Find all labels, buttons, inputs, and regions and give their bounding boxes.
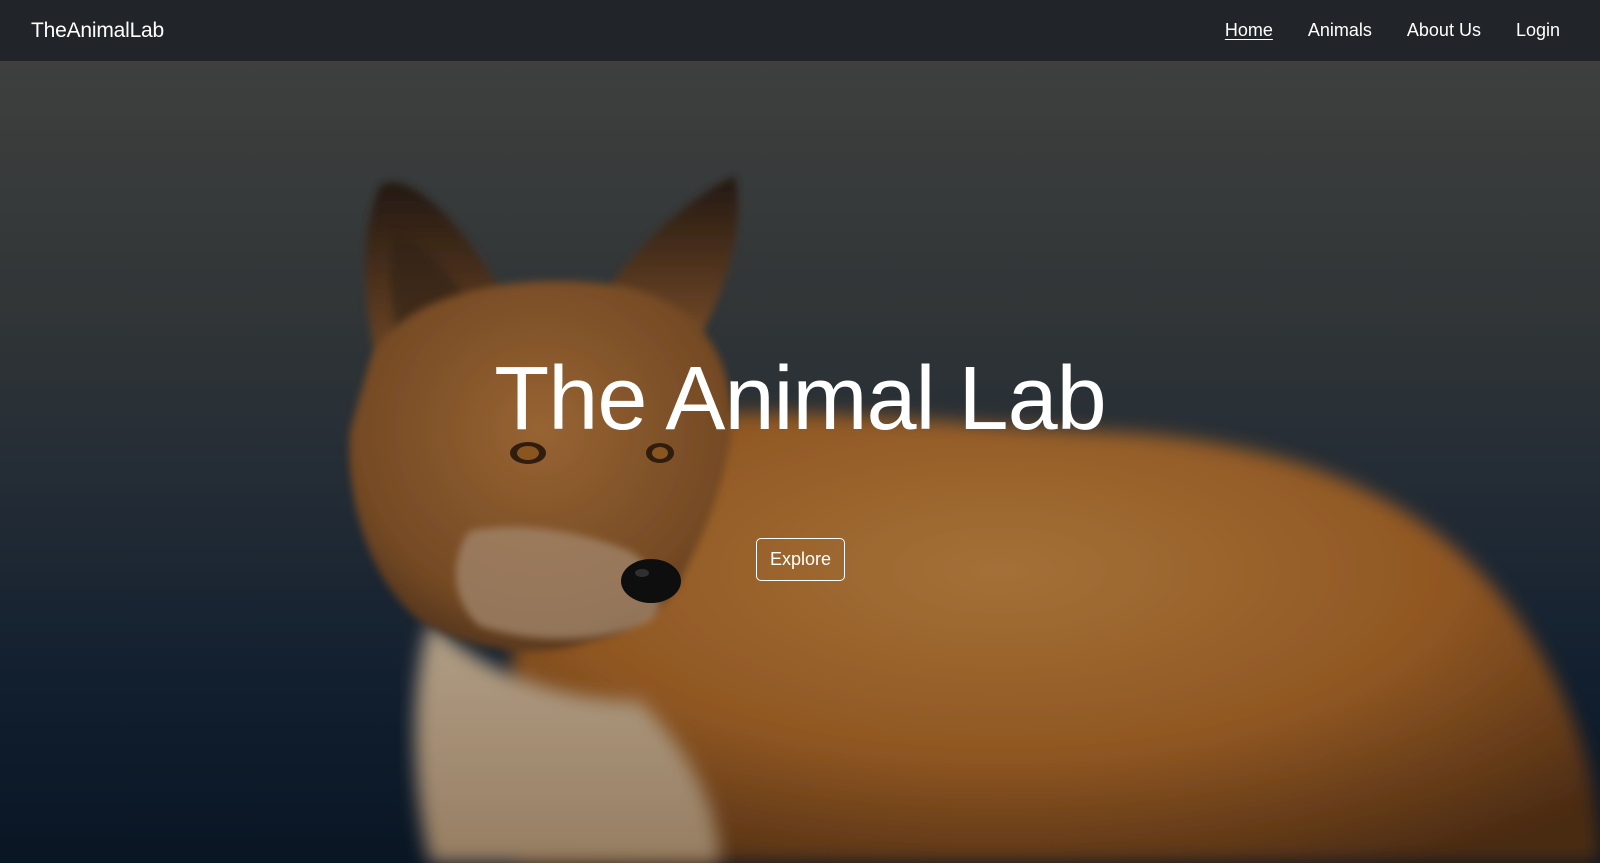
nav-link-about-us[interactable]: About Us (1407, 20, 1481, 41)
hero-overlay (0, 61, 1600, 863)
nav-link-home[interactable]: Home (1225, 20, 1273, 41)
page: TheAnimalLab Home Animals About Us Login (0, 0, 1600, 863)
nav-links: Home Animals About Us Login (1190, 20, 1560, 41)
nav-link-animals[interactable]: Animals (1308, 20, 1372, 41)
explore-button[interactable]: Explore (756, 538, 845, 581)
navbar: TheAnimalLab Home Animals About Us Login (0, 0, 1600, 61)
hero-section: The Animal Lab Explore (0, 61, 1600, 863)
brand-logo[interactable]: TheAnimalLab (31, 19, 164, 43)
hero-title: The Animal Lab (494, 349, 1106, 449)
nav-link-login[interactable]: Login (1516, 20, 1560, 41)
